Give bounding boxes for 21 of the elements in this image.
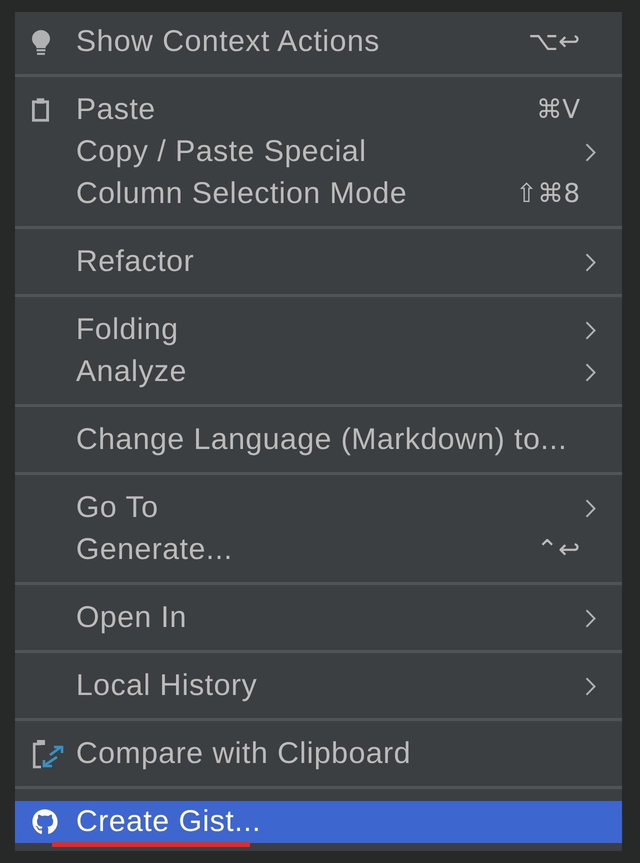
lightbulb-icon <box>32 30 50 54</box>
menu-item[interactable]: Open In <box>15 597 622 639</box>
menu-item[interactable]: Folding <box>15 309 622 351</box>
clipboard-compare-icon <box>32 739 64 769</box>
menu-item[interactable]: Refactor <box>15 241 622 283</box>
menu-item[interactable]: Show Context Actions ⌥↩ <box>15 21 622 63</box>
clipboard-icon <box>32 98 49 122</box>
github-logo-icon <box>32 809 58 835</box>
menu-item[interactable]: Generate... ⌃↩ <box>15 529 622 571</box>
menu-item[interactable]: Go To <box>15 487 622 529</box>
shortcut-text: ⌃↩ <box>536 534 580 567</box>
menu-item[interactable]: Local History <box>15 665 622 707</box>
menu-item[interactable]: Compare with Clipboard <box>15 733 622 775</box>
menu-item[interactable]: Paste ⌘V <box>15 89 622 131</box>
menu-item[interactable]: Change Language (Markdown) to... <box>15 419 622 461</box>
menu-item[interactable]: Column Selection Mode ⇧⌘8 <box>15 173 622 215</box>
shortcut-text: ⌥↩ <box>528 26 580 59</box>
menu-item[interactable]: Analyze <box>15 351 622 393</box>
menu-item[interactable]: Copy / Paste Special <box>15 131 622 173</box>
shortcut-text: ⌘V <box>536 94 580 127</box>
shortcut-text: ⇧⌘8 <box>516 178 580 211</box>
